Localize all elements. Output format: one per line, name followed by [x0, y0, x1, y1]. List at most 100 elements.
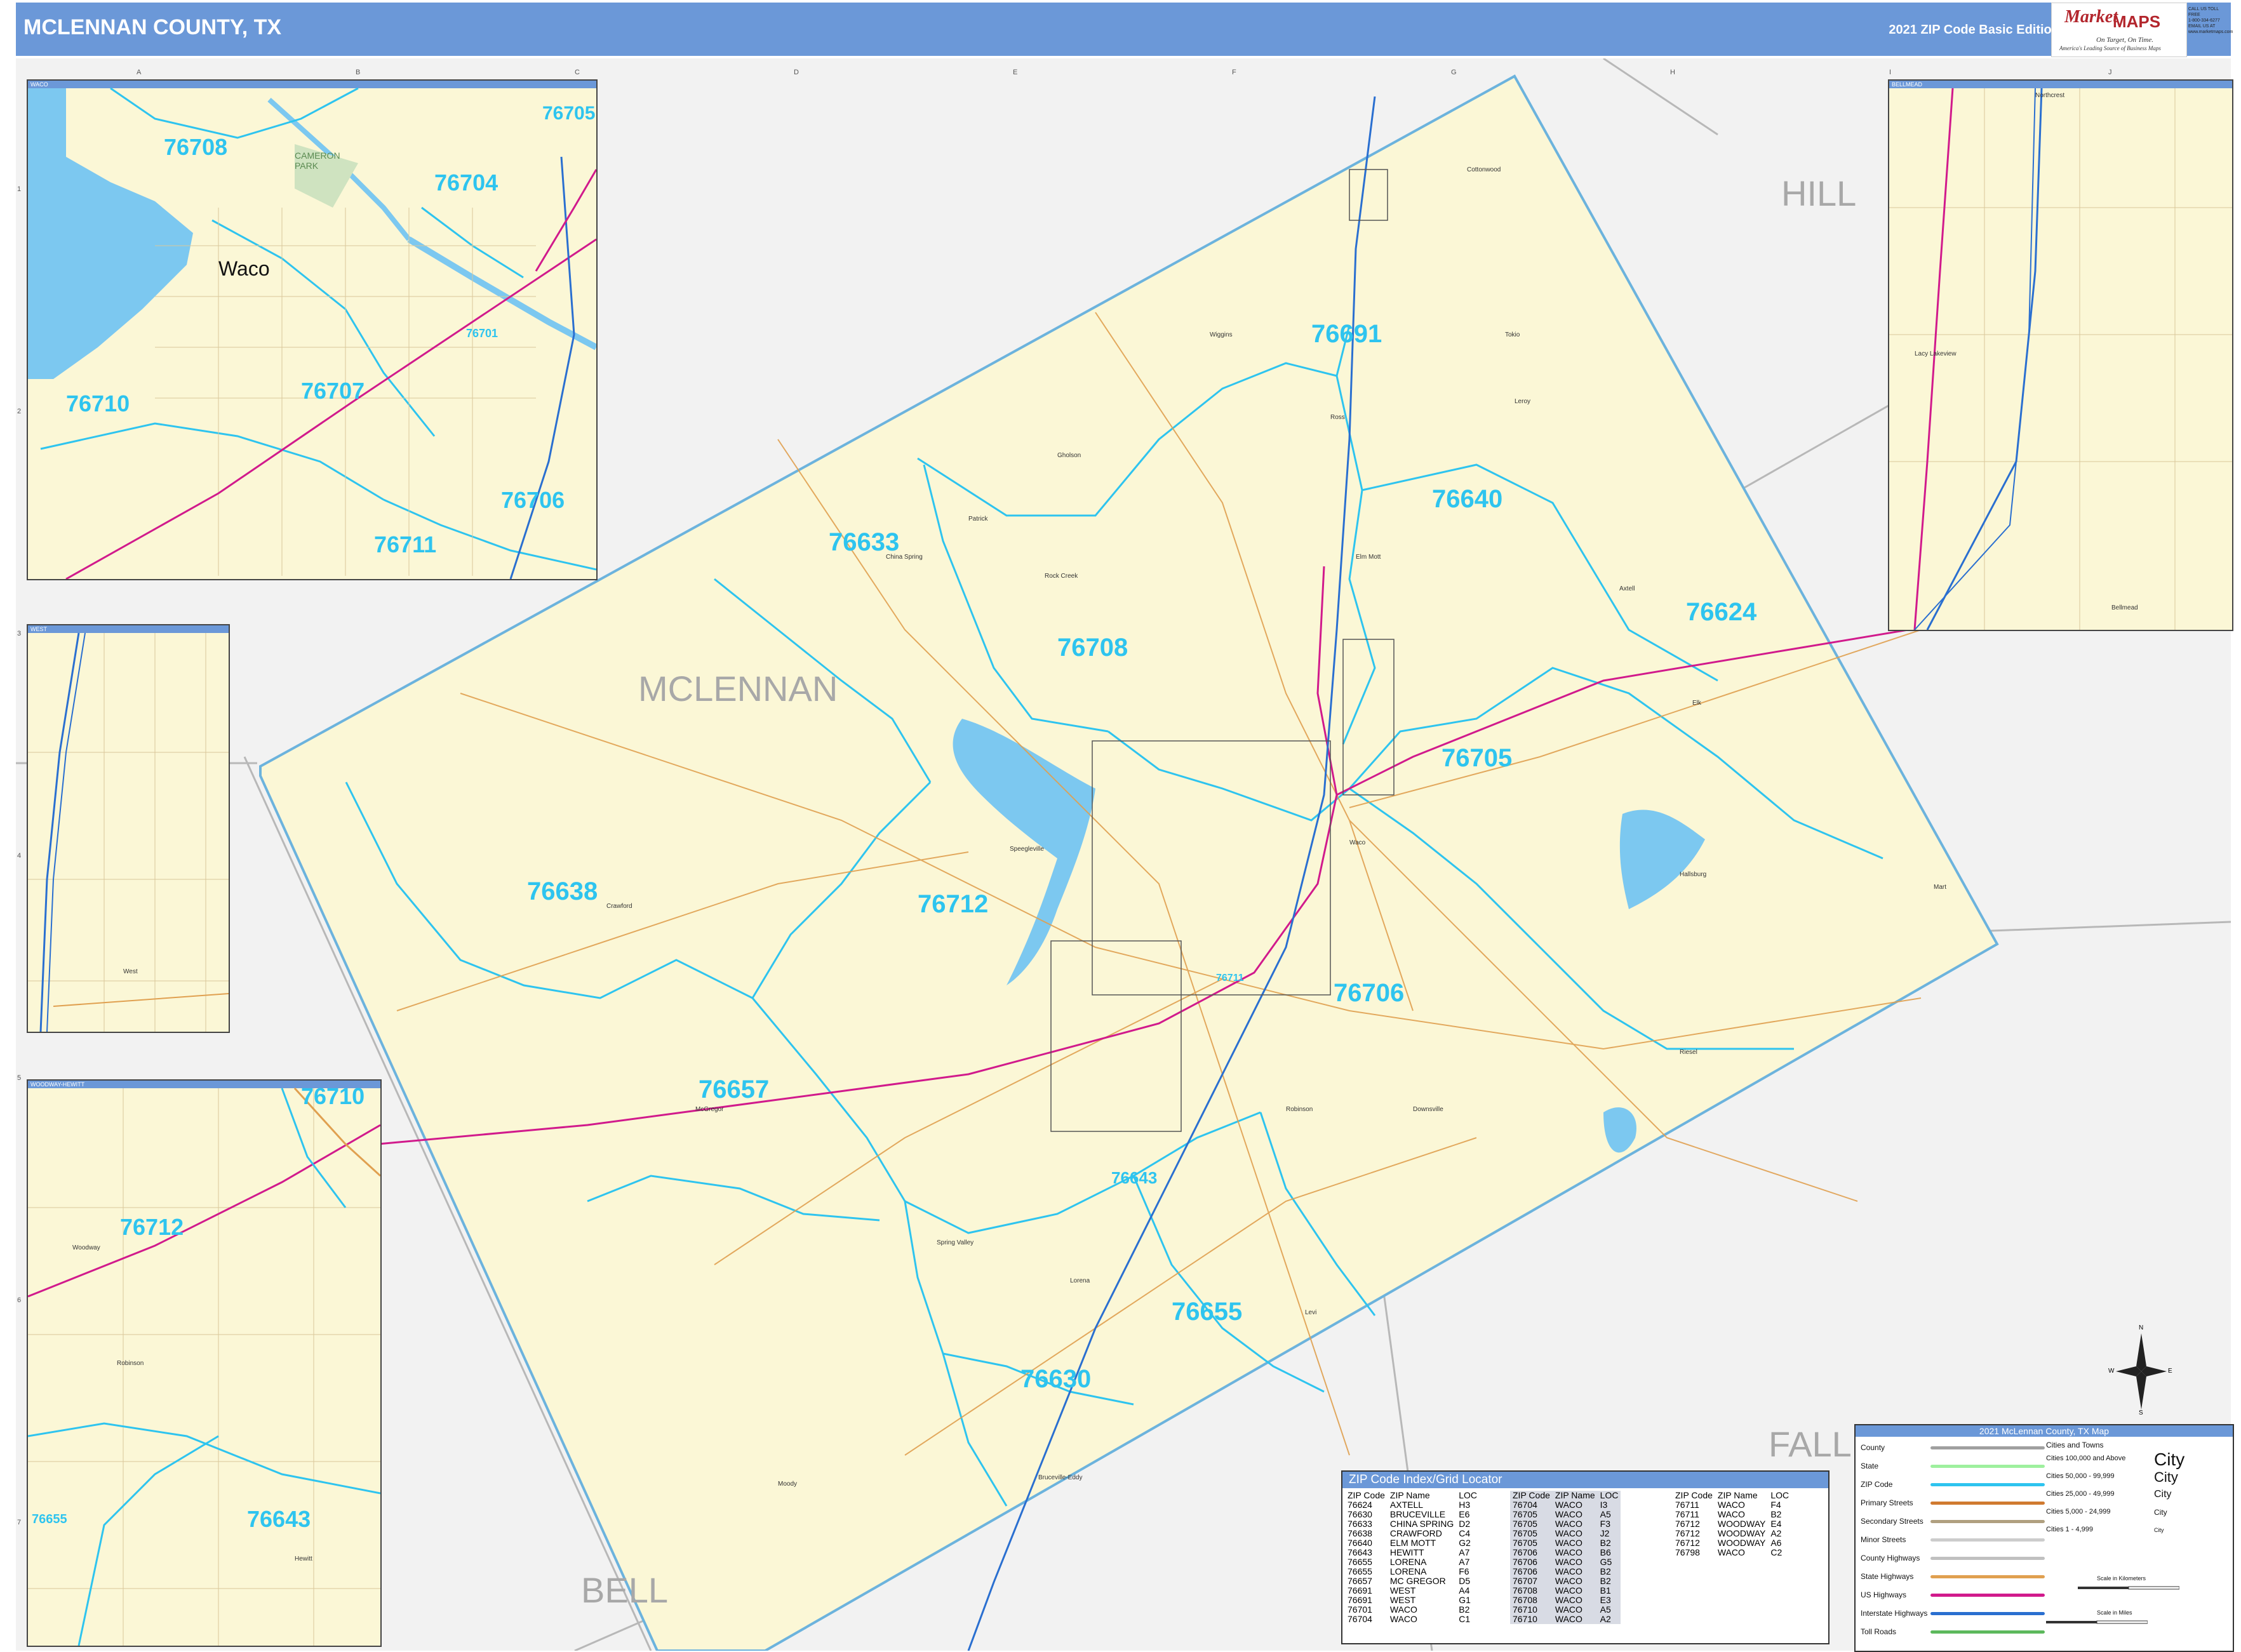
town-cottonwood: Cottonwood [1467, 166, 1501, 173]
town-waco: Waco [1349, 839, 1366, 846]
town-bruceville: Bruceville-Eddy [1038, 1474, 1083, 1481]
logo-subtitle: America's Leading Source of Business Map… [2059, 45, 2161, 51]
zip-index-loc: B1 [1600, 1585, 1611, 1595]
market-maps-logo[interactable]: Market MAPS On Target, On Time. America'… [2051, 3, 2187, 57]
inset-woodway-zip-76710[interactable]: 76710 [301, 1083, 365, 1110]
zip-label-76630[interactable]: 76630 [1020, 1365, 1091, 1394]
town-patrick: Patrick [968, 516, 988, 523]
zip-index-name: WACO [1555, 1595, 1582, 1605]
zip-index-name: WEST [1389, 1585, 1416, 1595]
inset-woodway-zip-76655[interactable]: 76655 [32, 1512, 67, 1527]
zip-index-name: CRAWFORD [1389, 1528, 1442, 1538]
zip-index-code: 76633 [1348, 1519, 1372, 1529]
zip-index-name: MC GREGOR [1389, 1576, 1446, 1586]
zip-index-table-2: ZIP Code ZIP Name LOC 76704 WACO I3 76705 WACO… [1510, 1491, 1621, 1624]
zip-index-loc: A2 [1600, 1614, 1611, 1624]
zip-index-loc: A7 [1459, 1547, 1470, 1557]
zip-index-loc: E6 [1459, 1509, 1470, 1519]
zip-index-loc: B2 [1600, 1538, 1611, 1548]
town-rock-creek: Rock Creek [1045, 573, 1078, 580]
inset-woodway-zip-76712[interactable]: 76712 [120, 1214, 184, 1241]
zip-index-name: WACO [1555, 1509, 1582, 1519]
zip-index-name: HEWITT [1389, 1547, 1424, 1557]
zip-label-76638[interactable]: 76638 [527, 877, 598, 906]
zip-label-76633[interactable]: 76633 [829, 528, 899, 557]
zip-label-76691[interactable]: 76691 [1311, 320, 1382, 349]
inset-waco-zip-76701[interactable]: 76701 [466, 327, 498, 340]
grid-col-d: D [794, 69, 799, 76]
zip-index-code: 76691 [1348, 1585, 1372, 1595]
logo-tagline: On Target, On Time. [2096, 36, 2153, 44]
zip-index-row: 76705 WACO J2 [1510, 1529, 1621, 1538]
inset-waco-zip-76708[interactable]: 76708 [164, 134, 227, 161]
town-downsville: Downsville [1413, 1106, 1443, 1113]
zip-index-row: 76712 WOODWAY A6 [1673, 1538, 1791, 1548]
zip-code-index: ZIP Code Index/Grid Locator ZIP Code ZIP … [1341, 1470, 1830, 1644]
legend-swatch [1930, 1575, 2045, 1578]
grid-col-c: C [575, 69, 580, 76]
zip-index-row: 76624 AXTELL H3 [1345, 1500, 1480, 1510]
logo-text-maps: MAPS [2113, 12, 2161, 31]
legend-city-sample: City [2154, 1508, 2167, 1517]
zip-label-76643[interactable]: 76643 [1111, 1168, 1157, 1188]
inset-waco-zip-76705[interactable]: 76705 [542, 103, 595, 124]
legend-item-label: Minor Streets [1861, 1535, 1906, 1544]
inset-waco-zip-76707[interactable]: 76707 [301, 378, 365, 404]
zip-index-name: WACO [1555, 1566, 1582, 1576]
zip-index-name: WACO [1717, 1500, 1745, 1510]
zip-index-code: 76710 [1513, 1614, 1537, 1624]
zip-index-code: 76712 [1675, 1538, 1700, 1548]
zip-index-code: 76711 [1675, 1500, 1699, 1510]
compass-rose-icon: N S W E [2108, 1324, 2172, 1416]
edition-label: 2021 ZIP Code Basic Edition [1889, 23, 2059, 37]
compass-n: N [2139, 1324, 2144, 1331]
zip-index-row: 76705 WACO A5 [1510, 1510, 1621, 1519]
zip-label-76708[interactable]: 76708 [1057, 634, 1128, 662]
zip-index-loc: B2 [1770, 1509, 1782, 1519]
zip-label-76711[interactable]: 76711 [1216, 973, 1244, 984]
inset-waco-zip-76711[interactable]: 76711 [374, 531, 436, 558]
zip-index-code: 76708 [1513, 1585, 1537, 1595]
zip-label-76712[interactable]: 76712 [918, 890, 988, 919]
zip-index-title: ZIP Code Index/Grid Locator [1342, 1472, 1828, 1488]
zip-index-name: WEST [1389, 1595, 1416, 1605]
inset-waco-zip-76710[interactable]: 76710 [66, 390, 130, 417]
zip-label-76657[interactable]: 76657 [699, 1076, 769, 1104]
inset-waco-zip-76706[interactable]: 76706 [501, 487, 565, 514]
zip-index-name: WACO [1555, 1538, 1582, 1548]
inset-woodway-canvas [28, 1087, 380, 1646]
zip-label-76624[interactable]: 76624 [1686, 598, 1756, 627]
zip-index-loc: A2 [1770, 1528, 1782, 1538]
inset-west[interactable]: WEST West [27, 624, 230, 1033]
zip-index-row: 76638 CRAWFORD C4 [1345, 1529, 1480, 1538]
zip-index-row: 76643 HEWITT A7 [1345, 1548, 1480, 1557]
legend-swatch [1930, 1502, 2045, 1505]
inset-waco-zip-76704[interactable]: 76704 [434, 170, 498, 196]
town-levi: Levi [1305, 1309, 1317, 1316]
zip-label-76655[interactable]: 76655 [1172, 1298, 1242, 1326]
inset-woodway-zip-76643[interactable]: 76643 [247, 1506, 311, 1533]
zip-index-row: 76704 WACO I3 [1510, 1500, 1621, 1510]
county-label-mclennan: MCLENNAN [638, 669, 838, 709]
zip-index-loc: I3 [1600, 1500, 1608, 1510]
inset-waco[interactable]: WACO 76708 76704 76705 76710 76707 76706… [27, 79, 598, 580]
zip-label-76706[interactable]: 76706 [1334, 979, 1404, 1008]
zip-index-row: 76711 WACO B2 [1673, 1510, 1791, 1519]
zip-index-row: 76655 LORENA A7 [1345, 1557, 1480, 1567]
zip-index-header: ZIP Name [1389, 1490, 1430, 1500]
legend-swatch [1930, 1520, 2045, 1523]
legend-item-label: Primary Streets [1861, 1498, 1913, 1507]
town-robinson-inset: Robinson [117, 1360, 144, 1367]
town-speegleville: Speegleville [1010, 846, 1044, 853]
legend-swatch [1930, 1465, 2045, 1468]
inset-bellmead[interactable]: BELLMEAD Northcrest Lacy Lakeview Bellme… [1888, 79, 2233, 631]
zip-label-76705[interactable]: 76705 [1442, 744, 1512, 773]
zip-index-loc: G2 [1459, 1538, 1471, 1548]
inset-woodway-hewitt[interactable]: WOODWAY-HEWITT 76710 76712 76655 76643 W… [27, 1079, 382, 1647]
zip-label-76640[interactable]: 76640 [1432, 485, 1502, 514]
legend-city-size: Cities 50,000 - 99,999 [2046, 1472, 2115, 1480]
zip-index-name: WOODWAY [1717, 1528, 1766, 1538]
legend-scale-bar-km [2078, 1586, 2179, 1590]
zip-index-code: 76706 [1513, 1547, 1537, 1557]
zip-index-name: WACO [1389, 1604, 1417, 1615]
